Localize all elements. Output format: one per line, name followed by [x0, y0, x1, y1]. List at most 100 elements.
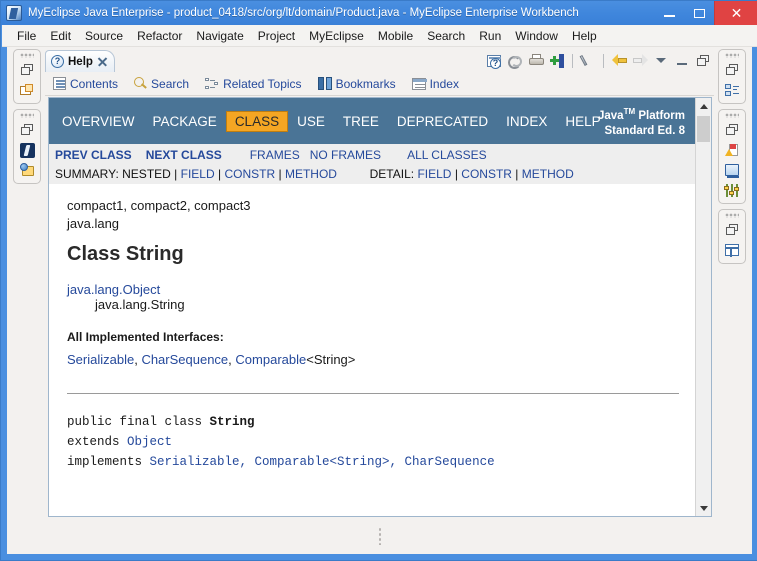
- javadoc-nav-deprecated[interactable]: DEPRECATED: [388, 111, 497, 132]
- minimize-window-button[interactable]: [654, 1, 684, 25]
- menu-item-window[interactable]: Window: [508, 27, 565, 45]
- javadoc-nav-index[interactable]: INDEX: [497, 111, 556, 132]
- menu-item-navigate[interactable]: Navigate: [189, 27, 250, 45]
- myeclipse-perspective-icon[interactable]: [17, 141, 37, 159]
- bookmarks-icon: [317, 77, 332, 90]
- restore-icon[interactable]: [17, 121, 37, 139]
- javadoc-summary-constr[interactable]: CONSTR: [224, 167, 275, 181]
- restore-icon[interactable]: [722, 221, 742, 239]
- help-link-search[interactable]: Search: [129, 75, 194, 93]
- javadoc-detail-field[interactable]: FIELD: [417, 167, 451, 181]
- menu-item-search[interactable]: Search: [420, 27, 472, 45]
- sash-grip-icon[interactable]: [377, 527, 382, 545]
- javadoc-link-frames[interactable]: FRAMES: [250, 148, 300, 162]
- maximize-window-button[interactable]: [684, 1, 714, 25]
- javadoc-nav-overview[interactable]: OVERVIEW: [53, 111, 144, 132]
- menu-item-refactor[interactable]: Refactor: [130, 27, 189, 45]
- javadoc-detail-method[interactable]: METHOD: [522, 167, 574, 181]
- javadoc-link-no-frames[interactable]: NO FRAMES: [310, 148, 381, 162]
- restore-icon[interactable]: [17, 61, 37, 79]
- javadoc-link-next-class[interactable]: NEXT CLASS: [146, 148, 222, 162]
- javadoc-summary-nested: NESTED: [122, 167, 171, 181]
- declaration-superclass-link[interactable]: Object: [127, 435, 172, 449]
- javadoc-nav-class[interactable]: CLASS: [225, 110, 289, 132]
- restore-icon[interactable]: [722, 61, 742, 79]
- javadoc-brand: JavaTM Platform Standard Ed. 8: [598, 104, 685, 139]
- menu-item-source[interactable]: Source: [78, 27, 130, 45]
- help-link-related-topics[interactable]: Related Topics: [200, 75, 307, 93]
- menu-item-myeclipse[interactable]: MyEclipse: [302, 27, 371, 45]
- table-view-icon[interactable]: [722, 241, 742, 259]
- menu-item-edit[interactable]: Edit: [43, 27, 78, 45]
- add-bookmark-icon[interactable]: [548, 52, 566, 70]
- search-icon: [134, 77, 147, 90]
- menu-item-mobile[interactable]: Mobile: [371, 27, 420, 45]
- preferences-icon[interactable]: [722, 181, 742, 199]
- package-explorer-icon[interactable]: [17, 81, 37, 99]
- outline-icon[interactable]: [722, 81, 742, 99]
- scroll-up-icon[interactable]: [696, 98, 711, 114]
- highlight-pen-icon[interactable]: [579, 52, 597, 70]
- tab-help[interactable]: ? Help: [45, 50, 115, 72]
- scroll-down-icon[interactable]: [696, 500, 711, 516]
- javadoc-vertical-scrollbar[interactable]: [695, 98, 711, 516]
- javadoc-brand-platform: Platform: [635, 109, 685, 122]
- drag-grip-icon[interactable]: [20, 113, 34, 118]
- close-window-button[interactable]: ✕: [714, 1, 757, 25]
- menu-item-file[interactable]: File: [10, 27, 43, 45]
- view-menu-icon[interactable]: [652, 52, 670, 70]
- javadoc-sub-nav-row2: SUMMARY: NESTED | FIELD | CONSTR | METHO…: [55, 167, 689, 181]
- help-link-bookmarks[interactable]: Bookmarks: [313, 75, 401, 93]
- problems-icon[interactable]: [722, 141, 742, 159]
- separator: |: [278, 167, 282, 181]
- drag-grip-icon[interactable]: [725, 113, 739, 118]
- left-fast-view-bar: [13, 49, 41, 189]
- javadoc-document: OVERVIEW PACKAGE CLASS USE TREE DEPRECAT…: [49, 98, 695, 516]
- print-icon[interactable]: [527, 52, 545, 70]
- console-icon[interactable]: [722, 161, 742, 179]
- java-perspective-icon[interactable]: [17, 161, 37, 179]
- javadoc-link-all-classes[interactable]: ALL CLASSES: [407, 148, 487, 162]
- javadoc-sub-nav: PREV CLASS NEXT CLASS FRAMES NO FRAMES A…: [49, 144, 695, 184]
- scrollbar-thumb[interactable]: [697, 116, 710, 142]
- javadoc-inheritance-parent[interactable]: java.lang.Object: [67, 282, 160, 297]
- drag-grip-icon[interactable]: [20, 53, 34, 58]
- javadoc-summary-label: SUMMARY:: [55, 167, 119, 181]
- workbench: ? Help ? Contents Search Related Topics …: [2, 47, 757, 560]
- back-arrow-icon[interactable]: [610, 52, 628, 70]
- index-icon: [411, 77, 427, 90]
- javadoc-detail-constr[interactable]: CONSTR: [461, 167, 512, 181]
- close-icon[interactable]: [97, 56, 108, 67]
- declaration-interfaces-links[interactable]: Serializable, Comparable<String>, CharSe…: [150, 455, 495, 469]
- restore-icon[interactable]: [722, 121, 742, 139]
- javadoc-summary-field[interactable]: FIELD: [181, 167, 215, 181]
- javadoc-nav-package[interactable]: PACKAGE: [144, 111, 226, 132]
- minimize-icon[interactable]: [673, 52, 691, 70]
- menu-item-project[interactable]: Project: [251, 27, 302, 45]
- javadoc-nav-use[interactable]: USE: [288, 111, 334, 132]
- javadoc-link-prev-class[interactable]: PREV CLASS: [55, 148, 132, 162]
- menu-item-help[interactable]: Help: [565, 27, 604, 45]
- left-fast-view-group-2: [13, 109, 41, 184]
- help-link-contents[interactable]: Contents: [48, 75, 123, 93]
- javadoc-interface-charsequence[interactable]: CharSequence: [141, 352, 228, 367]
- forward-arrow-icon[interactable]: [631, 52, 649, 70]
- javadoc-package: java.lang: [67, 216, 120, 231]
- application-window: MyEclipse Java Enterprise - product_0418…: [0, 0, 757, 561]
- help-link-index[interactable]: Index: [407, 75, 464, 93]
- synchronize-icon[interactable]: [506, 52, 524, 70]
- drag-grip-icon[interactable]: [725, 53, 739, 58]
- maximize-icon[interactable]: [694, 52, 712, 70]
- javadoc-top-nav: OVERVIEW PACKAGE CLASS USE TREE DEPRECAT…: [49, 98, 695, 144]
- drag-grip-icon[interactable]: [725, 213, 739, 218]
- javadoc-summary-method[interactable]: METHOD: [285, 167, 337, 181]
- javadoc-declaration: public final class String extends Object…: [67, 412, 679, 472]
- menu-item-run[interactable]: Run: [472, 27, 508, 45]
- javadoc-implemented-list: Serializable, CharSequence, Comparable<S…: [67, 352, 679, 367]
- javadoc-interface-comparable[interactable]: Comparable: [235, 352, 306, 367]
- right-fast-view-group-1: [718, 49, 746, 104]
- javadoc-interface-serializable[interactable]: Serializable: [67, 352, 134, 367]
- javadoc-nav-tree[interactable]: TREE: [334, 111, 388, 132]
- show-in-toc-icon[interactable]: [485, 52, 503, 70]
- javadoc-body: compact1, compact2, compact3 java.lang C…: [49, 184, 695, 482]
